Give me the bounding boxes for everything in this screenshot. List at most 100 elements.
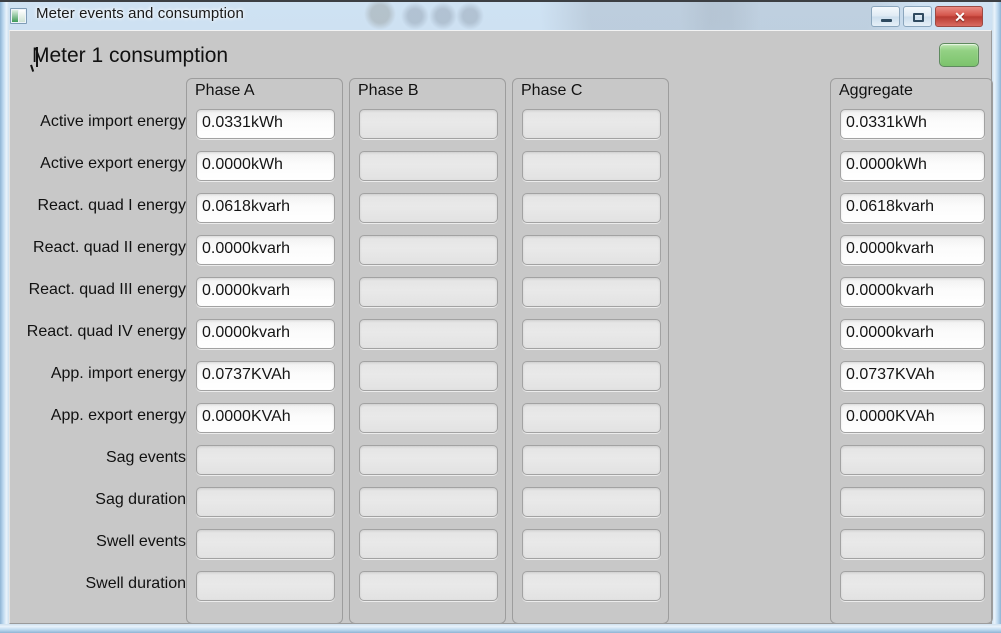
close-button[interactable]: ✕: [935, 6, 983, 27]
group-aggregate: Aggregate 0.0331kWh 0.0000kWh 0.0618kvarh 0…: [830, 78, 993, 624]
value-field-aggregate-8[interactable]: [840, 445, 985, 475]
value-field-phase-c-1[interactable]: [522, 151, 661, 181]
row-label: App. import energy: [50, 365, 186, 382]
group-phase-c: Phase C: [512, 78, 669, 624]
value-text: 0.0737KVAh: [846, 366, 935, 383]
row-label: Swell events: [96, 533, 186, 550]
value-text: 0.0331kWh: [202, 114, 283, 131]
value-text: 0.0618kvarh: [846, 198, 935, 215]
value-field-aggregate-4[interactable]: 0.0000kvarh: [840, 277, 985, 307]
row-label: Active import energy: [40, 113, 186, 130]
value-field-phase-b-11[interactable]: [359, 571, 498, 601]
minimize-button[interactable]: [871, 6, 900, 27]
value-field-phase-b-2[interactable]: [359, 193, 498, 223]
application-window: Meter events and consumption ✕ Meter 1 c…: [0, 0, 1001, 633]
group-title-phase-c: Phase C: [521, 82, 583, 99]
value-field-phase-a-11[interactable]: [196, 571, 335, 601]
row-label: React. quad I energy: [37, 197, 186, 214]
value-text: 0.0000KVAh: [202, 408, 291, 425]
group-title-phase-b: Phase B: [358, 82, 419, 99]
value-field-phase-a-1[interactable]: 0.0000kWh: [196, 151, 335, 181]
value-field-aggregate-1[interactable]: 0.0000kWh: [840, 151, 985, 181]
value-field-phase-c-2[interactable]: [522, 193, 661, 223]
row-label: React. quad IV energy: [26, 323, 186, 340]
value-field-phase-a-6[interactable]: 0.0737KVAh: [196, 361, 335, 391]
value-text: 0.0000kvarh: [202, 282, 291, 299]
value-field-phase-b-6[interactable]: [359, 361, 498, 391]
value-field-aggregate-5[interactable]: 0.0000kvarh: [840, 319, 985, 349]
value-field-phase-c-5[interactable]: [522, 319, 661, 349]
value-field-phase-b-8[interactable]: [359, 445, 498, 475]
value-field-phase-b-4[interactable]: [359, 277, 498, 307]
value-field-aggregate-0[interactable]: 0.0331kWh: [840, 109, 985, 139]
row-label: Swell duration: [85, 575, 187, 592]
value-text: 0.0000kvarh: [846, 324, 935, 341]
group-title-phase-a: Phase A: [195, 82, 255, 99]
value-text: 0.0000kWh: [846, 156, 927, 173]
value-field-phase-a-2[interactable]: 0.0618kvarh: [196, 193, 335, 223]
value-field-phase-c-11[interactable]: [522, 571, 661, 601]
group-title-aggregate: Aggregate: [839, 82, 913, 99]
client-area: Meter 1 consumption Active import energy…: [9, 30, 993, 624]
value-field-phase-b-0[interactable]: [359, 109, 498, 139]
value-field-phase-c-8[interactable]: [522, 445, 661, 475]
group-phase-b: Phase B: [349, 78, 506, 624]
value-text: 0.0000kvarh: [202, 240, 291, 257]
window-left-border[interactable]: [0, 2, 9, 633]
value-field-phase-b-10[interactable]: [359, 529, 498, 559]
value-field-phase-a-3[interactable]: 0.0000kvarh: [196, 235, 335, 265]
status-led-green[interactable]: [939, 43, 979, 67]
group-phase-a: Phase A 0.0331kWh 0.0000kWh 0.0618kvarh 0.0…: [186, 78, 343, 624]
value-text: 0.0000kvarh: [846, 282, 935, 299]
window-bottom-border[interactable]: [0, 624, 1001, 633]
maximize-button[interactable]: [903, 6, 932, 27]
value-field-phase-a-8[interactable]: [196, 445, 335, 475]
value-text: 0.0000kvarh: [846, 240, 935, 257]
value-text: 0.0000kWh: [202, 156, 283, 173]
row-label: Sag events: [105, 449, 186, 466]
close-icon: ✕: [954, 9, 966, 25]
value-field-phase-b-9[interactable]: [359, 487, 498, 517]
value-field-phase-a-10[interactable]: [196, 529, 335, 559]
value-field-phase-b-1[interactable]: [359, 151, 498, 181]
value-field-aggregate-2[interactable]: 0.0618kvarh: [840, 193, 985, 223]
app-window-icon: [10, 8, 27, 24]
value-field-aggregate-3[interactable]: 0.0000kvarh: [840, 235, 985, 265]
value-field-phase-c-10[interactable]: [522, 529, 661, 559]
row-label: Sag duration: [95, 491, 186, 508]
value-field-aggregate-11[interactable]: [840, 571, 985, 601]
value-field-phase-c-4[interactable]: [522, 277, 661, 307]
value-field-phase-c-6[interactable]: [522, 361, 661, 391]
maximize-icon: [913, 13, 924, 22]
value-field-aggregate-6[interactable]: 0.0737KVAh: [840, 361, 985, 391]
value-text: 0.0000KVAh: [846, 408, 935, 425]
value-text: 0.0331kWh: [846, 114, 927, 131]
window-right-border[interactable]: [992, 2, 1001, 633]
row-label-column: Active import energy Active export energy…: [10, 71, 186, 623]
value-field-phase-c-0[interactable]: [522, 109, 661, 139]
value-field-aggregate-7[interactable]: 0.0000KVAh: [840, 403, 985, 433]
window-title: Meter events and consumption: [36, 5, 244, 22]
title-bar[interactable]: Meter events and consumption ✕: [0, 2, 1001, 30]
value-field-aggregate-9[interactable]: [840, 487, 985, 517]
value-field-phase-a-5[interactable]: 0.0000kvarh: [196, 319, 335, 349]
row-label: React. quad II energy: [33, 239, 186, 256]
value-field-phase-a-4[interactable]: 0.0000kvarh: [196, 277, 335, 307]
value-field-phase-a-7[interactable]: 0.0000KVAh: [196, 403, 335, 433]
value-field-phase-b-3[interactable]: [359, 235, 498, 265]
value-field-phase-c-9[interactable]: [522, 487, 661, 517]
value-text: 0.0000kvarh: [202, 324, 291, 341]
value-text: 0.0737KVAh: [202, 366, 291, 383]
value-field-phase-a-9[interactable]: [196, 487, 335, 517]
value-field-phase-a-0[interactable]: 0.0331kWh: [196, 109, 335, 139]
value-field-phase-c-3[interactable]: [522, 235, 661, 265]
value-field-aggregate-10[interactable]: [840, 529, 985, 559]
value-text: 0.0618kvarh: [202, 198, 291, 215]
page-title: Meter 1 consumption: [32, 44, 229, 67]
row-label: Active export energy: [40, 155, 186, 172]
minimize-icon: [881, 19, 892, 22]
value-field-phase-b-5[interactable]: [359, 319, 498, 349]
value-field-phase-c-7[interactable]: [522, 403, 661, 433]
row-label: App. export energy: [50, 407, 186, 424]
value-field-phase-b-7[interactable]: [359, 403, 498, 433]
